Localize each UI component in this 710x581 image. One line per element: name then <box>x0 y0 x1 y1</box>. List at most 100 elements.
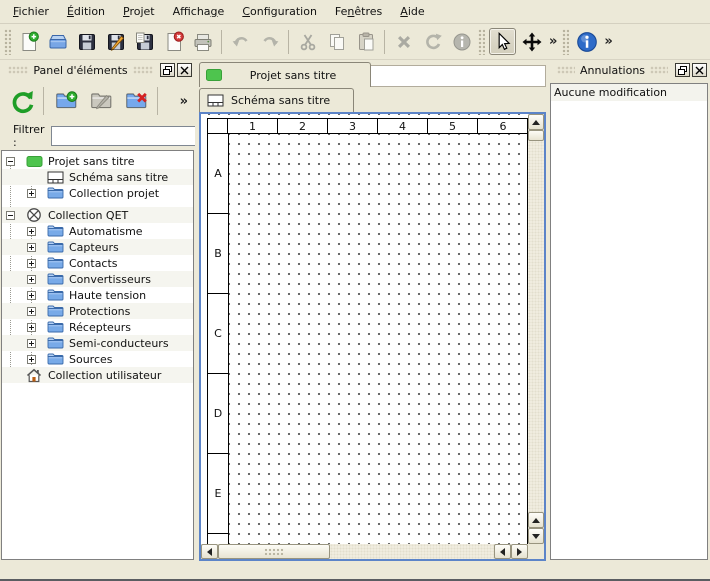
close-panel-button[interactable] <box>692 63 707 77</box>
scroll-up-button[interactable] <box>528 114 544 130</box>
cut-button[interactable] <box>294 28 321 55</box>
tree-item-protections[interactable]: Protections <box>2 303 193 319</box>
schema-tab[interactable]: Schéma sans titre <box>199 88 354 112</box>
menu-affichage[interactable]: Affichage <box>164 2 234 21</box>
menu-fichier[interactable]: Fichier <box>4 2 58 21</box>
paste-icon <box>355 31 377 53</box>
about-button[interactable] <box>573 28 600 55</box>
tree-item-convertisseurs[interactable]: Convertisseurs <box>2 271 193 287</box>
tree-item-collection-utilisateur[interactable]: Collection utilisateur <box>2 367 193 383</box>
scroll-right-button[interactable] <box>511 544 528 559</box>
menu-aide[interactable]: Aide <box>391 2 433 21</box>
tree-item-sources[interactable]: Sources <box>2 351 193 367</box>
expand-icon[interactable] <box>27 243 36 252</box>
panel-toolbar-overflow-button[interactable]: » <box>177 94 191 109</box>
diagram-info-button[interactable] <box>448 28 475 55</box>
menu-edition[interactable]: Édition <box>58 2 114 21</box>
scroll-left-button[interactable] <box>494 544 511 559</box>
toolbar-drag-handle[interactable] <box>562 29 569 55</box>
redo-button[interactable] <box>256 28 283 55</box>
copy-icon <box>326 31 348 53</box>
collapse-icon[interactable] <box>6 157 15 166</box>
print-button[interactable] <box>189 28 216 55</box>
expand-icon[interactable] <box>27 227 36 236</box>
close-panel-button[interactable] <box>177 63 192 77</box>
column-header: 1 2 3 4 5 6 <box>208 119 527 134</box>
menu-projet[interactable]: Projet <box>114 2 164 21</box>
delete-category-button[interactable] <box>120 86 151 117</box>
tree-item-label: Schéma sans titre <box>69 171 168 184</box>
vertical-scrollbar[interactable] <box>528 114 544 544</box>
horizontal-scroll-thumb[interactable] <box>218 544 330 559</box>
move-icon <box>521 31 543 53</box>
tree-item-contacts[interactable]: Contacts <box>2 255 193 271</box>
arrow-down-icon <box>532 534 540 539</box>
elements-tree[interactable]: Projet sans titre Schéma sans titre Coll… <box>1 150 194 560</box>
diagram-canvas[interactable]: 1 2 3 4 5 6 A B C D E <box>201 114 528 544</box>
float-panel-button[interactable] <box>160 63 175 77</box>
about-info-icon <box>575 30 599 54</box>
horizontal-scroll-track[interactable] <box>330 544 494 559</box>
expand-icon[interactable] <box>27 275 36 284</box>
tree-item-project[interactable]: Projet sans titre <box>2 153 193 169</box>
project-tab[interactable]: Projet sans titre <box>199 62 371 87</box>
collapse-icon[interactable] <box>6 211 15 220</box>
open-button[interactable] <box>44 28 71 55</box>
float-panel-button[interactable] <box>675 63 690 77</box>
delete-button[interactable] <box>390 28 417 55</box>
copy-button[interactable] <box>323 28 350 55</box>
scroll-down-button[interactable] <box>528 528 544 544</box>
new-category-button[interactable] <box>50 86 81 117</box>
horizontal-scrollbar[interactable] <box>201 544 528 559</box>
menu-configuration[interactable]: Configuration <box>233 2 326 21</box>
tree-item-haute-tension[interactable]: Haute tension <box>2 287 193 303</box>
rotate-button[interactable] <box>419 28 446 55</box>
undo-button[interactable] <box>227 28 254 55</box>
move-mode-button[interactable] <box>518 28 545 55</box>
expand-icon[interactable] <box>27 339 36 348</box>
paste-button[interactable] <box>352 28 379 55</box>
expand-icon[interactable] <box>27 291 36 300</box>
expand-icon[interactable] <box>27 189 36 198</box>
tree-item-label: Protections <box>69 305 130 318</box>
reload-collections-button[interactable] <box>6 86 37 117</box>
save-button[interactable] <box>73 28 100 55</box>
scroll-up-button[interactable] <box>528 512 544 528</box>
vertical-scroll-thumb[interactable] <box>528 130 544 141</box>
tree-item-collection-qet[interactable]: Collection QET <box>2 207 193 223</box>
undo-panel-titlebar[interactable]: Annulations <box>549 60 710 80</box>
vertical-scroll-track[interactable] <box>528 141 544 512</box>
scroll-left-button[interactable] <box>201 544 218 559</box>
open-icon <box>47 31 69 53</box>
edit-category-button[interactable] <box>85 86 116 117</box>
expand-icon[interactable] <box>27 323 36 332</box>
tree-item-schema[interactable]: Schéma sans titre <box>2 169 193 185</box>
undo-list-item[interactable]: Aucune modification <box>551 84 707 101</box>
undo-history-list[interactable]: Aucune modification <box>550 83 708 560</box>
elements-panel-titlebar[interactable]: Panel d'éléments <box>0 60 195 80</box>
new-category-icon <box>54 89 78 113</box>
save-all-button[interactable] <box>131 28 158 55</box>
toolbar-overflow-button[interactable]: » <box>546 34 560 49</box>
tree-item-recepteurs[interactable]: Récepteurs <box>2 319 193 335</box>
toolbar-drag-handle[interactable] <box>4 29 11 55</box>
filter-input[interactable] <box>51 126 204 146</box>
tree-item-semi-conducteurs[interactable]: Semi-conducteurs <box>2 335 193 351</box>
menu-fenetres[interactable]: Fenêtres <box>326 2 391 21</box>
close-file-button[interactable] <box>160 28 187 55</box>
expand-icon[interactable] <box>27 307 36 316</box>
expand-icon[interactable] <box>27 259 36 268</box>
elements-panel-title: Panel d'éléments <box>33 64 127 77</box>
titlebar-grip <box>133 66 153 74</box>
column-label: 5 <box>428 119 478 133</box>
toolbar-drag-handle[interactable] <box>478 29 485 55</box>
tree-item-capteurs[interactable]: Capteurs <box>2 239 193 255</box>
diagram-view: 1 2 3 4 5 6 A B C D E <box>199 112 546 561</box>
new-document-button[interactable] <box>15 28 42 55</box>
tree-item-collection-projet[interactable]: Collection projet <box>2 185 193 201</box>
select-mode-button[interactable] <box>489 28 516 55</box>
save-as-button[interactable] <box>102 28 129 55</box>
tree-item-automatisme[interactable]: Automatisme <box>2 223 193 239</box>
toolbar-overflow-button[interactable]: » <box>601 34 615 49</box>
expand-icon[interactable] <box>27 355 36 364</box>
